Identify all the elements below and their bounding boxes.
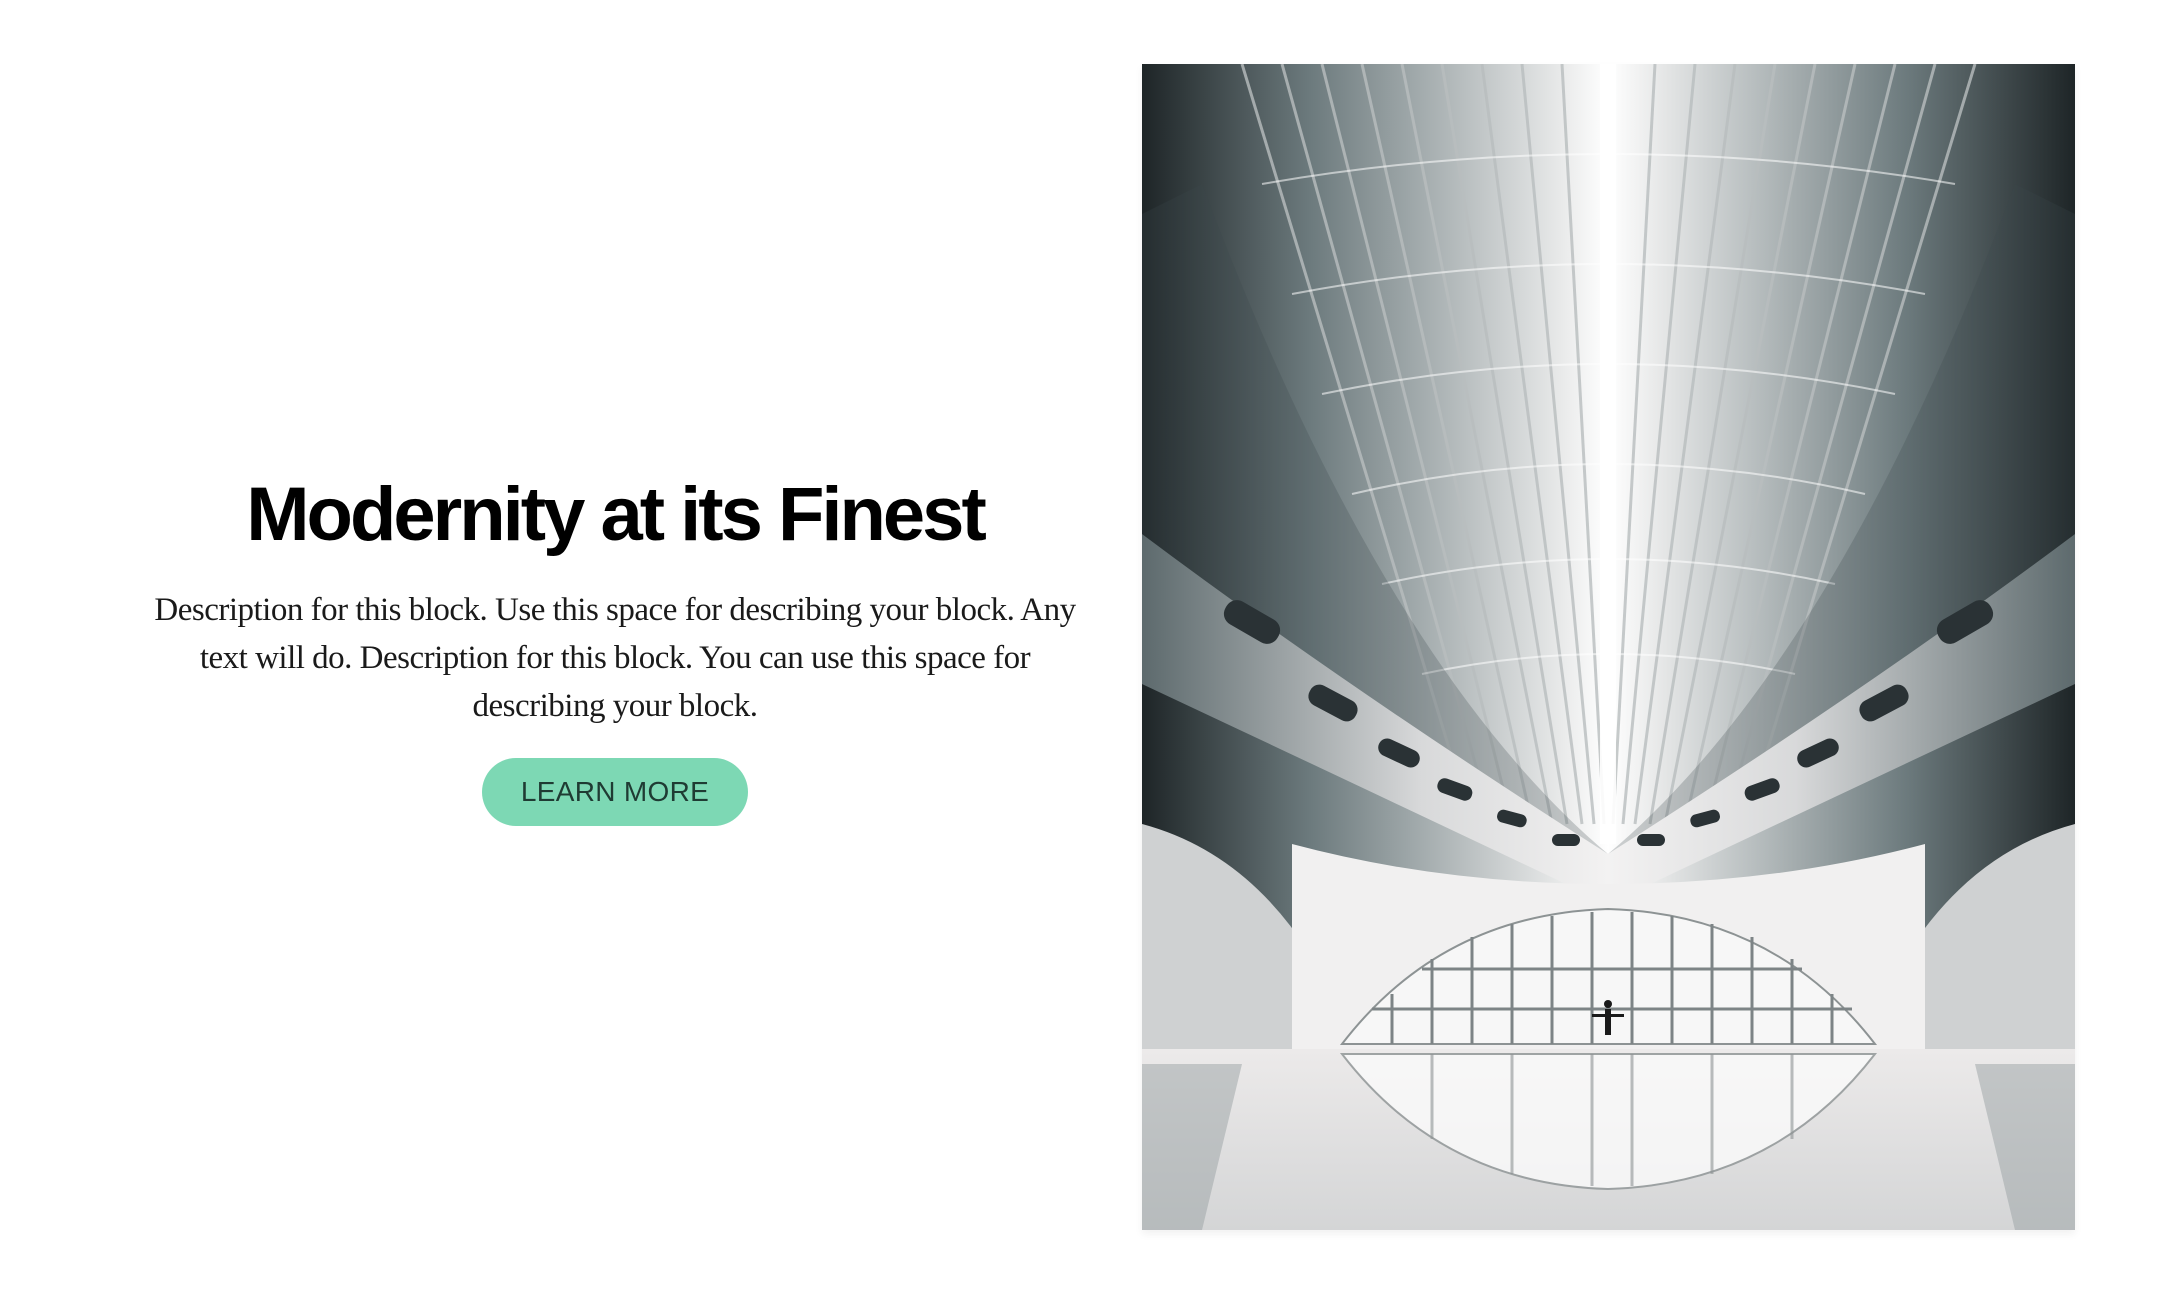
hero-text-block: Modernity at its Finest Description for … (140, 470, 1090, 826)
architecture-illustration (1142, 64, 2075, 1230)
learn-more-button[interactable]: LEARN MORE (482, 758, 748, 826)
page: Modernity at its Finest Description for … (0, 0, 2180, 1296)
hero-description: Description for this block. Use this spa… (154, 592, 1076, 724)
hero-title: Modernity at its Finest (246, 472, 987, 557)
architecture-photo (1142, 64, 2075, 1230)
